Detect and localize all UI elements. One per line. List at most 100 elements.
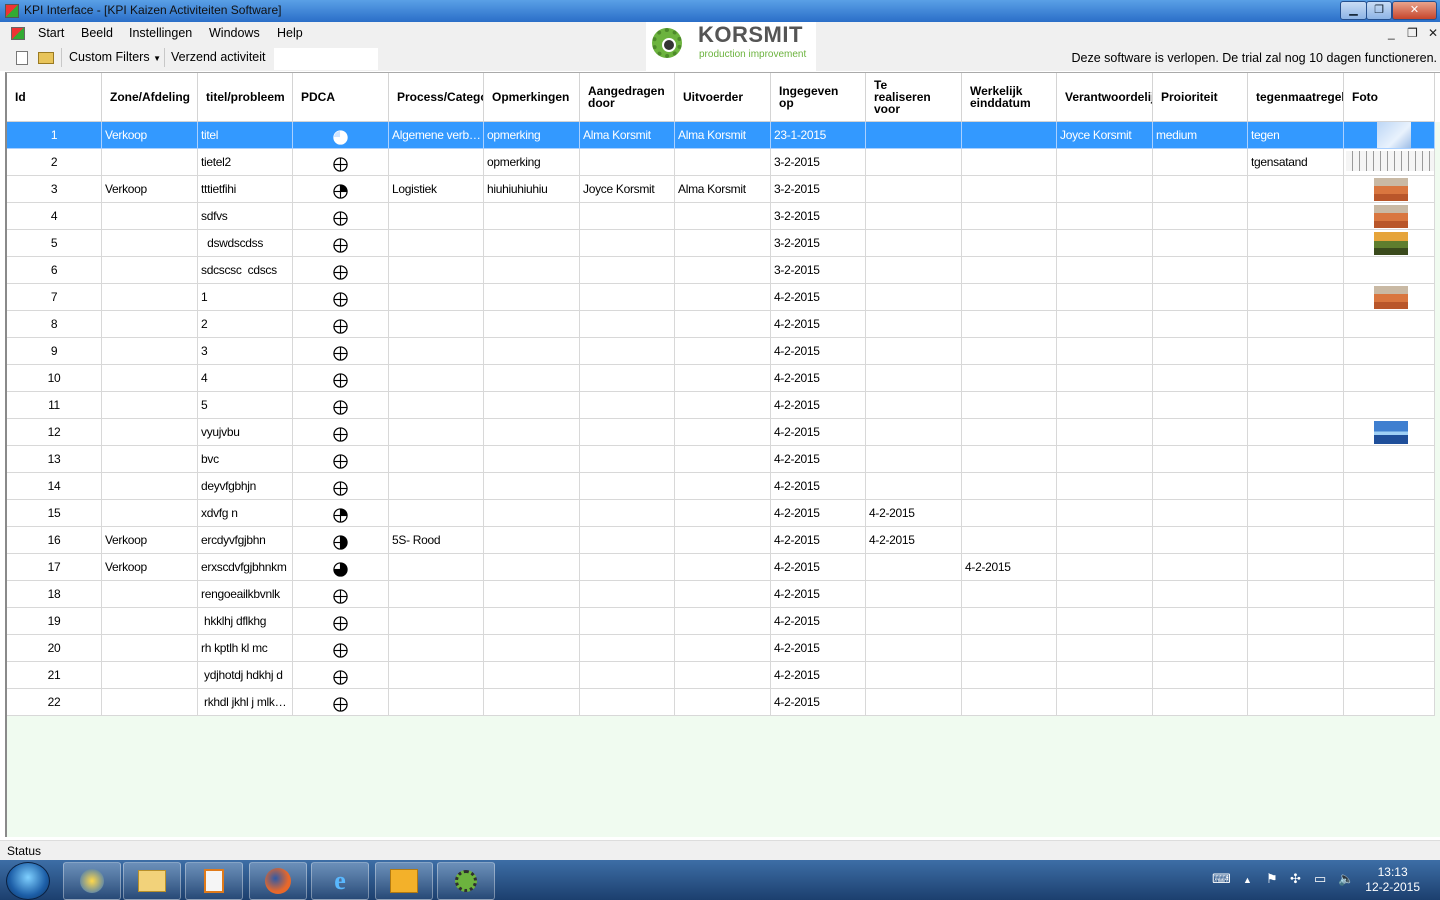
cell-opmerkingen[interactable]: opmerking [484, 122, 580, 149]
cell-process[interactable] [389, 554, 484, 581]
cell-opmerkingen[interactable] [484, 257, 580, 284]
verzend-activiteit-button[interactable]: Verzend activiteit [171, 50, 266, 64]
cell-verantwoordelijke[interactable] [1057, 500, 1153, 527]
open-folder-icon[interactable] [38, 52, 54, 64]
cell-verantwoordelijke[interactable] [1057, 473, 1153, 500]
foto-cell[interactable] [1344, 446, 1435, 473]
cell-id[interactable]: 10 [7, 365, 102, 392]
column-header-te-realiseren[interactable]: Te realiseren voor [866, 73, 962, 122]
cell-prioriteit[interactable] [1153, 284, 1248, 311]
foto-cell[interactable] [1344, 365, 1435, 392]
cell-uitvoerder[interactable] [675, 230, 771, 257]
cell-tegenmaatregel[interactable] [1248, 581, 1344, 608]
cell-zone[interactable] [102, 446, 198, 473]
photo-thumbnail[interactable] [1374, 286, 1408, 309]
pdca-cell[interactable] [293, 176, 389, 203]
cell-prioriteit[interactable] [1153, 257, 1248, 284]
activity-grid[interactable]: Id Zone/Afdeling titel/probleem PDCA Process… [5, 72, 1440, 837]
pdca-cell[interactable] [293, 338, 389, 365]
foto-cell[interactable] [1344, 635, 1435, 662]
cell-aangedragen[interactable] [580, 446, 675, 473]
cell-werkelijk[interactable] [962, 689, 1057, 716]
cell-opmerkingen[interactable] [484, 311, 580, 338]
cell-id[interactable]: 2 [7, 149, 102, 176]
column-header-foto[interactable]: Foto [1344, 73, 1435, 122]
cell-prioriteit[interactable] [1153, 338, 1248, 365]
cell-process[interactable] [389, 338, 484, 365]
foto-cell[interactable] [1344, 473, 1435, 500]
cell-verantwoordelijke[interactable] [1057, 608, 1153, 635]
cell-ingegeven[interactable]: 4-2-2015 [771, 689, 866, 716]
cell-tegenmaatregel[interactable] [1248, 176, 1344, 203]
cell-prioriteit[interactable] [1153, 581, 1248, 608]
cell-uitvoerder[interactable] [675, 392, 771, 419]
column-header-pdca[interactable]: PDCA [293, 73, 389, 122]
cell-ingegeven[interactable]: 4-2-2015 [771, 635, 866, 662]
pdca-cell[interactable] [293, 419, 389, 446]
cell-tegenmaatregel[interactable] [1248, 203, 1344, 230]
cell-ingegeven[interactable]: 4-2-2015 [771, 311, 866, 338]
cell-id[interactable]: 8 [7, 311, 102, 338]
foto-cell[interactable] [1344, 257, 1435, 284]
cell-werkelijk[interactable] [962, 581, 1057, 608]
cell-titel[interactable]: ercdyvfgjbhn [198, 527, 293, 554]
cell-aangedragen[interactable]: Joyce Korsmit [580, 176, 675, 203]
table-row[interactable]: 3 Verkoop tttietfihi Logistiek hiuhiuhiuhiu J… [7, 176, 1440, 203]
cell-prioriteit[interactable] [1153, 662, 1248, 689]
cell-prioriteit[interactable] [1153, 365, 1248, 392]
column-header-titel[interactable]: titel/probleem [198, 73, 293, 122]
cell-zone[interactable] [102, 311, 198, 338]
cell-titel[interactable]: 5 [198, 392, 293, 419]
cell-aangedragen[interactable] [580, 473, 675, 500]
cell-aangedragen[interactable] [580, 392, 675, 419]
cell-opmerkingen[interactable] [484, 203, 580, 230]
cell-zone[interactable] [102, 689, 198, 716]
menu-instellingen[interactable]: Instellingen [129, 26, 192, 40]
cell-titel[interactable]: sdfvs [198, 203, 293, 230]
cell-verantwoordelijke[interactable] [1057, 149, 1153, 176]
cell-process[interactable] [389, 635, 484, 662]
table-row[interactable]: 19 hkklhj dflkhg 4-2-2015 [7, 608, 1440, 635]
cell-process[interactable] [389, 581, 484, 608]
cell-zone[interactable] [102, 419, 198, 446]
cell-te-realiseren[interactable] [866, 149, 962, 176]
cell-titel[interactable]: 2 [198, 311, 293, 338]
cell-werkelijk[interactable] [962, 419, 1057, 446]
cell-zone[interactable]: Verkoop [102, 122, 198, 149]
cell-tegenmaatregel[interactable] [1248, 230, 1344, 257]
column-header-prioriteit[interactable]: Proioriteit [1153, 73, 1248, 122]
cell-te-realiseren[interactable] [866, 338, 962, 365]
cell-ingegeven[interactable]: 4-2-2015 [771, 419, 866, 446]
cell-tegenmaatregel[interactable]: tegen [1248, 122, 1344, 149]
cell-werkelijk[interactable] [962, 446, 1057, 473]
start-orb[interactable] [6, 862, 50, 900]
foto-cell[interactable] [1344, 203, 1435, 230]
cell-tegenmaatregel[interactable] [1248, 338, 1344, 365]
cell-process[interactable]: 5S- Rood [389, 527, 484, 554]
cell-uitvoerder[interactable] [675, 311, 771, 338]
cell-prioriteit[interactable] [1153, 203, 1248, 230]
cell-verantwoordelijke[interactable] [1057, 635, 1153, 662]
cell-id[interactable]: 6 [7, 257, 102, 284]
cell-prioriteit[interactable] [1153, 311, 1248, 338]
cell-prioriteit[interactable] [1153, 635, 1248, 662]
column-header-verantwoordelijke[interactable]: Verantwoordelijke [1057, 73, 1153, 122]
cell-werkelijk[interactable] [962, 176, 1057, 203]
foto-cell[interactable] [1344, 689, 1435, 716]
cell-tegenmaatregel[interactable] [1248, 689, 1344, 716]
cell-te-realiseren[interactable]: 4-2-2015 [866, 527, 962, 554]
cell-tegenmaatregel[interactable] [1248, 284, 1344, 311]
cell-uitvoerder[interactable] [675, 608, 771, 635]
cell-opmerkingen[interactable] [484, 446, 580, 473]
cell-id[interactable]: 22 [7, 689, 102, 716]
cell-prioriteit[interactable] [1153, 527, 1248, 554]
cell-zone[interactable] [102, 338, 198, 365]
menu-windows[interactable]: Windows [209, 26, 260, 40]
media-center-icon[interactable] [63, 862, 121, 900]
pdca-cell[interactable] [293, 662, 389, 689]
cell-titel[interactable]: bvc [198, 446, 293, 473]
pdca-cell[interactable] [293, 500, 389, 527]
cell-werkelijk[interactable] [962, 338, 1057, 365]
cell-uitvoerder[interactable] [675, 527, 771, 554]
display-icon[interactable]: ▭ [1314, 871, 1326, 887]
